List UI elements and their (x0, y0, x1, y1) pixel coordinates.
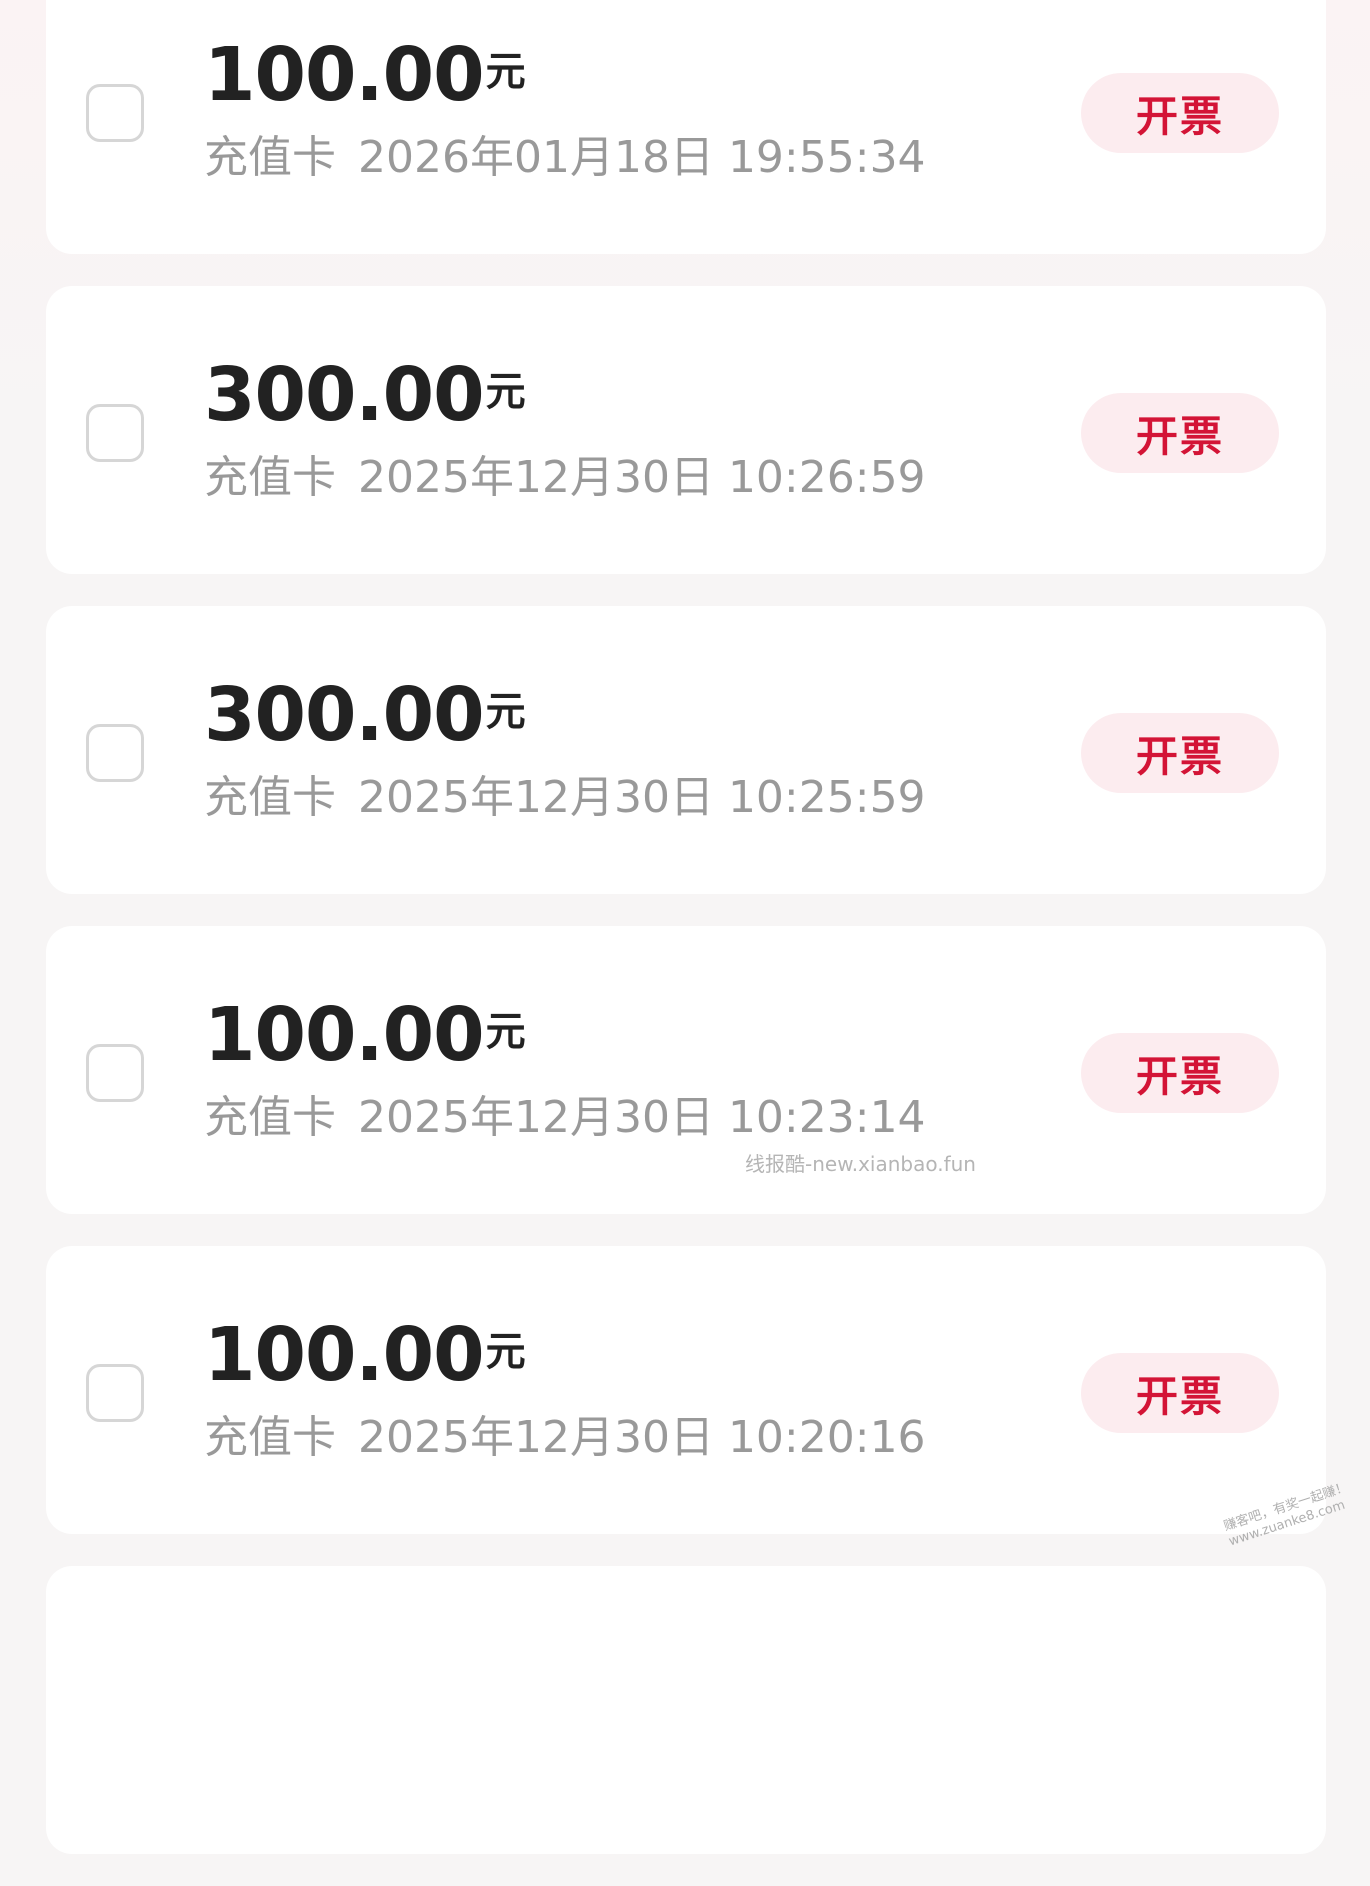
record-type: 充值卡 (204, 132, 336, 183)
amount-row: 300.00 元 (204, 358, 526, 432)
record-card: 100.00 元 充值卡 2026年01月18日 19:55:34 开票 (46, 0, 1326, 254)
record-checkbox[interactable] (86, 1044, 144, 1102)
record-meta: 充值卡 2025年12月30日 10:26:59 (204, 456, 926, 500)
record-card: 300.00 元 充值卡 2025年12月30日 10:25:59 开票 (46, 606, 1326, 894)
currency-unit: 元 (485, 49, 526, 95)
record-time: 2025年12月30日 10:23:14 (358, 1092, 926, 1143)
record-checkbox[interactable] (86, 404, 144, 462)
currency-unit: 元 (485, 1329, 526, 1375)
record-type: 充值卡 (204, 452, 336, 503)
recharge-record-list: 100.00 元 充值卡 2026年01月18日 19:55:34 开票 300.… (46, 0, 1326, 1886)
issue-invoice-button[interactable]: 开票 (1081, 1353, 1279, 1433)
issue-invoice-button[interactable]: 开票 (1081, 1033, 1279, 1113)
record-card-partial (46, 1566, 1326, 1854)
record-meta: 充值卡 2025年12月30日 10:20:16 (204, 1416, 926, 1460)
record-time: 2025年12月30日 10:26:59 (358, 452, 926, 503)
currency-unit: 元 (485, 369, 526, 415)
record-checkbox[interactable] (86, 84, 144, 142)
watermark-text: 线报酷-new.xianbao.fun (745, 1152, 976, 1176)
record-card: 300.00 元 充值卡 2025年12月30日 10:26:59 开票 (46, 286, 1326, 574)
record-amount: 100.00 (204, 32, 485, 118)
record-amount: 300.00 (204, 352, 485, 438)
record-amount: 100.00 (204, 1312, 485, 1398)
record-amount: 100.00 (204, 992, 485, 1078)
record-checkbox[interactable] (86, 1364, 144, 1422)
issue-invoice-button[interactable]: 开票 (1081, 713, 1279, 793)
record-type: 充值卡 (204, 1092, 336, 1143)
record-meta: 充值卡 2026年01月18日 19:55:34 (204, 136, 926, 180)
amount-row: 300.00 元 (204, 678, 526, 752)
record-time: 2026年01月18日 19:55:34 (358, 132, 926, 183)
record-amount: 300.00 (204, 672, 485, 758)
record-type: 充值卡 (204, 1412, 336, 1463)
record-time: 2025年12月30日 10:25:59 (358, 772, 926, 823)
record-type: 充值卡 (204, 772, 336, 823)
issue-invoice-button[interactable]: 开票 (1081, 393, 1279, 473)
currency-unit: 元 (485, 1009, 526, 1055)
amount-row: 100.00 元 (204, 38, 526, 112)
issue-invoice-button[interactable]: 开票 (1081, 73, 1279, 153)
record-meta: 充值卡 2025年12月30日 10:23:14 (204, 1096, 926, 1140)
record-card: 100.00 元 充值卡 2025年12月30日 10:23:14 开票 (46, 926, 1326, 1214)
amount-row: 100.00 元 (204, 998, 526, 1072)
record-checkbox[interactable] (86, 724, 144, 782)
currency-unit: 元 (485, 689, 526, 735)
record-card: 100.00 元 充值卡 2025年12月30日 10:20:16 开票 (46, 1246, 1326, 1534)
amount-row: 100.00 元 (204, 1318, 526, 1392)
record-time: 2025年12月30日 10:20:16 (358, 1412, 926, 1463)
record-meta: 充值卡 2025年12月30日 10:25:59 (204, 776, 926, 820)
